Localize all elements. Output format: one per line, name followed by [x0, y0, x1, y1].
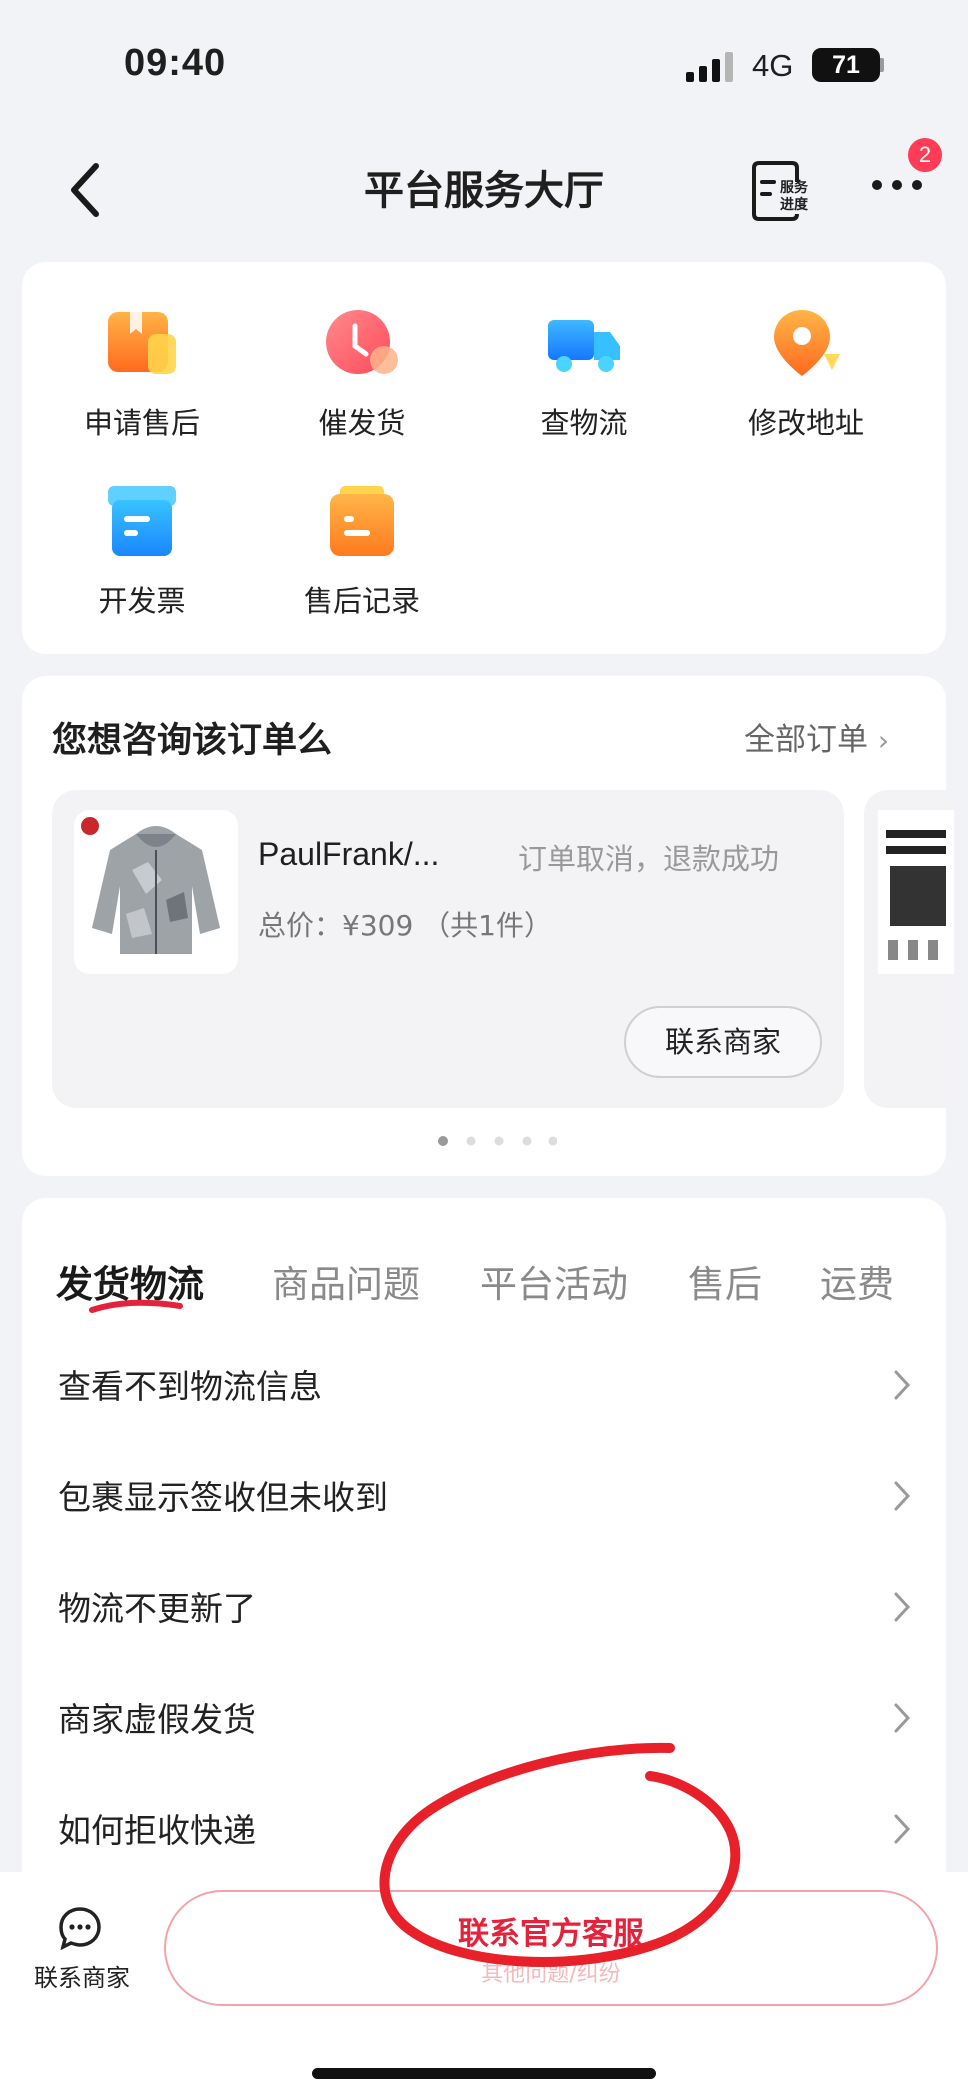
faq-item[interactable]: 商家虚假发货: [22, 1663, 946, 1774]
service-progress-line2: 进度: [780, 197, 808, 213]
service-label: 查物流: [540, 406, 628, 440]
order-price: 总价：¥309 （共1件）: [258, 909, 552, 942]
faq-item[interactable]: 查看不到物流信息: [22, 1330, 946, 1441]
product-name: PaulFrank/...: [258, 836, 440, 872]
service-label: 催发货: [318, 406, 406, 440]
faq-item[interactable]: 包裹显示签收但未收到: [22, 1441, 946, 1552]
record-icon: [330, 486, 394, 556]
contact-merchant-button[interactable]: 联系商家: [624, 1006, 822, 1078]
service-progress-label[interactable]: 服务 进度: [776, 180, 812, 214]
battery-indicator: 71: [812, 48, 880, 82]
contact-merchant-bottom-label[interactable]: 联系商家: [30, 1958, 134, 1993]
status-time: 09:40: [124, 42, 227, 84]
network-type: 4G: [752, 48, 794, 83]
faq-item-label: 查看不到物流信息: [58, 1367, 322, 1406]
signal-icon: [686, 52, 733, 82]
tab-platform-activities[interactable]: 平台活动: [480, 1254, 628, 1308]
truck-icon: [548, 320, 620, 372]
chevron-right-icon: [894, 1592, 911, 1622]
official-service-label: 联系官方客服: [458, 1916, 644, 1952]
faq-item-label: 商家虚假发货: [58, 1700, 256, 1739]
all-orders-link[interactable]: 全部订单 ›: [744, 714, 889, 759]
service-label: 修改地址: [747, 406, 864, 440]
tab-after-sale[interactable]: 售后: [688, 1254, 762, 1308]
service-track-logistics[interactable]: 查物流: [494, 304, 674, 442]
service-label: 售后记录: [303, 584, 420, 618]
tab-product-issues[interactable]: 商品问题: [272, 1254, 420, 1308]
chevron-right-icon: [894, 1481, 911, 1511]
active-tab-underline: [89, 1299, 183, 1313]
chat-bubble-icon[interactable]: [58, 1906, 102, 1950]
product-thumbnail: [74, 810, 238, 974]
page-title: 平台服务大厅: [364, 168, 604, 214]
service-label: 开发票: [98, 584, 186, 618]
order-pager-dots: [438, 1136, 557, 1146]
chevron-right-icon: [894, 1814, 911, 1844]
clock-icon: [326, 310, 398, 374]
more-dots-icon[interactable]: [870, 178, 924, 192]
chevron-right-icon: [894, 1703, 911, 1733]
battery-nub: [880, 58, 884, 72]
service-urge-shipping[interactable]: 催发货: [272, 304, 452, 442]
next-order-thumbnail: [878, 810, 954, 974]
order-status: 订单取消，退款成功: [518, 842, 780, 876]
service-progress-line1: 服务: [780, 180, 808, 196]
faq-item-label: 物流不更新了: [58, 1589, 256, 1628]
notification-badge: 2: [908, 138, 942, 172]
jacket-image: [74, 810, 238, 974]
faq-item-label: 包裹显示签收但未收到: [58, 1478, 388, 1517]
order-section-title: 您想咨询该订单么: [52, 721, 333, 761]
all-orders-label: 全部订单: [744, 722, 868, 758]
faq-item[interactable]: 物流不更新了: [22, 1552, 946, 1663]
invoice-icon: [108, 486, 176, 556]
faq-item-label: 如何拒收快递: [58, 1811, 256, 1850]
tab-shipping-fee[interactable]: 运费: [820, 1254, 894, 1308]
faq-item[interactable]: 如何拒收快递: [22, 1774, 946, 1885]
service-issue-invoice[interactable]: 开发票: [52, 482, 232, 620]
location-pin-icon: [774, 310, 840, 376]
home-indicator: [312, 2068, 656, 2079]
chevron-right-icon: ›: [877, 724, 890, 757]
official-service-sublabel: 其他问题/纠纷: [481, 1962, 621, 1987]
box-icon: [108, 312, 176, 374]
service-label: 申请售后: [83, 406, 200, 440]
service-after-sale-record[interactable]: 售后记录: [272, 482, 452, 620]
service-modify-address[interactable]: 修改地址: [716, 304, 896, 442]
next-order-card[interactable]: [864, 790, 954, 1108]
service-apply-after-sale[interactable]: 申请售后: [52, 304, 232, 442]
chevron-right-icon: [894, 1370, 911, 1400]
